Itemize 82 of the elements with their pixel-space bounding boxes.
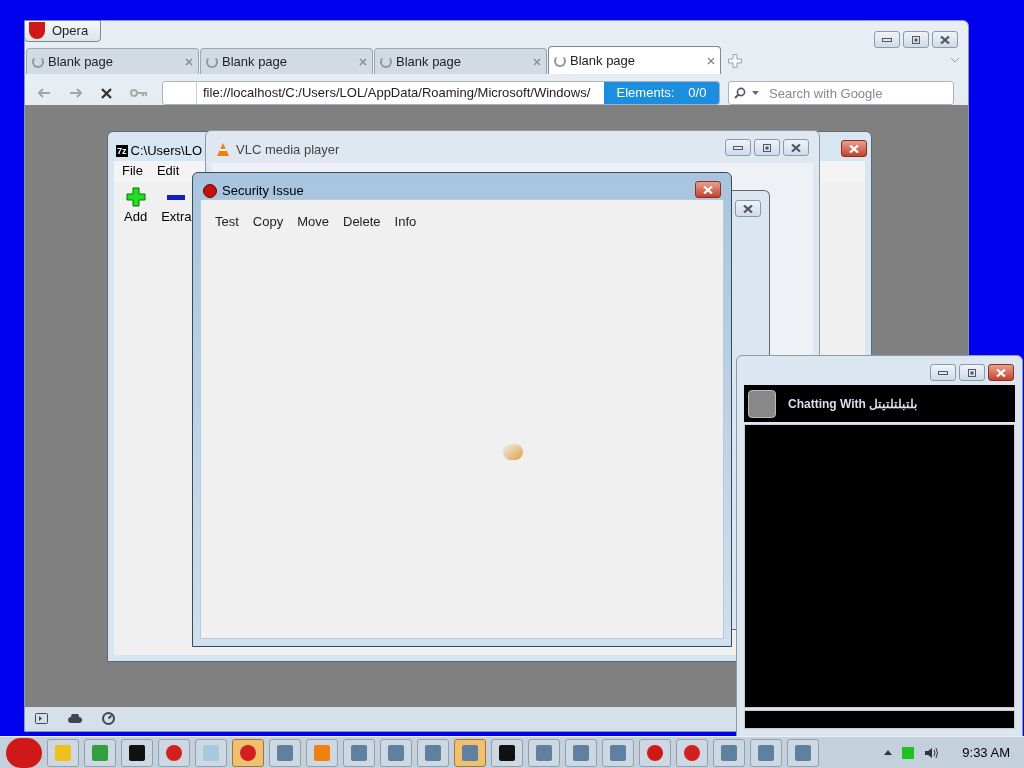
toolbar-button[interactable]: Add bbox=[124, 187, 148, 227]
window-title: VLC media player bbox=[236, 141, 340, 159]
chat-title: Chatting With بلتبلتلتيتل bbox=[788, 395, 918, 413]
clock[interactable]: 9:33 AM bbox=[962, 742, 1010, 763]
toolbar-button[interactable]: Delete bbox=[343, 212, 381, 232]
start-button[interactable] bbox=[6, 737, 42, 768]
close-icon[interactable] bbox=[185, 57, 193, 66]
forward-icon[interactable] bbox=[69, 88, 83, 98]
error-icon bbox=[166, 744, 182, 761]
menu-button[interactable]: Opera bbox=[24, 20, 102, 42]
close-button[interactable] bbox=[988, 364, 1014, 381]
browser-tab[interactable]: Blank page bbox=[374, 48, 547, 74]
close-button[interactable] bbox=[841, 140, 867, 157]
warning-icon bbox=[203, 183, 217, 198]
minus-icon bbox=[167, 194, 186, 200]
close-icon bbox=[940, 35, 950, 44]
tab-title: Blank page bbox=[396, 52, 463, 71]
menu-item[interactable]: Edit bbox=[156, 161, 180, 181]
taskbar-button[interactable] bbox=[121, 738, 153, 767]
toolbar-button[interactable]: Test bbox=[215, 212, 239, 232]
error-icon bbox=[240, 744, 256, 761]
window-title: C:\Users\LO bbox=[130, 142, 203, 160]
panel-icon[interactable] bbox=[35, 713, 48, 724]
close-button[interactable] bbox=[932, 31, 958, 48]
browser-tab[interactable]: Blank page bbox=[200, 48, 373, 74]
cloud-icon[interactable] bbox=[68, 714, 82, 723]
maximize-icon bbox=[763, 143, 771, 152]
maximize-button[interactable] bbox=[903, 31, 929, 48]
close-button[interactable] bbox=[695, 181, 721, 198]
maximize-icon bbox=[968, 368, 976, 377]
close-icon bbox=[791, 143, 801, 152]
minimize-icon bbox=[733, 145, 743, 150]
caret-icon[interactable] bbox=[752, 91, 759, 95]
archive-icon: 7z bbox=[116, 144, 128, 157]
speed-dial-icon[interactable] bbox=[102, 712, 115, 725]
tab-title: Blank page bbox=[48, 52, 115, 71]
maximize-icon bbox=[912, 35, 920, 44]
address-text: file://localhost/C:/Users/LOL/AppData/Roaming/Microsoft/Windows/ bbox=[203, 84, 591, 103]
close-icon bbox=[703, 185, 713, 194]
dropdown-icon[interactable] bbox=[950, 57, 960, 63]
volume-icon[interactable] bbox=[924, 746, 939, 759]
logo-icon bbox=[28, 22, 46, 40]
error-icon bbox=[684, 744, 700, 761]
close-icon bbox=[743, 204, 753, 213]
menu-item[interactable]: File bbox=[122, 161, 143, 181]
key-icon[interactable] bbox=[130, 89, 148, 97]
close-icon bbox=[849, 144, 859, 153]
close-icon[interactable] bbox=[359, 57, 367, 66]
minimize-icon bbox=[938, 370, 948, 375]
search-icon[interactable] bbox=[734, 87, 746, 99]
minimize-button[interactable] bbox=[930, 364, 956, 381]
maximize-button[interactable] bbox=[959, 364, 985, 381]
close-button[interactable] bbox=[783, 139, 809, 156]
tab-title: Blank page bbox=[570, 51, 637, 70]
minimize-icon bbox=[882, 37, 892, 42]
toolbar-button[interactable]: Copy bbox=[252, 212, 284, 232]
tab-title: Blank page bbox=[222, 52, 289, 71]
toolbar-button[interactable]: Info bbox=[394, 212, 417, 232]
close-icon[interactable] bbox=[707, 56, 715, 65]
minimize-button[interactable] bbox=[725, 139, 751, 156]
find-count: 0/0 bbox=[688, 84, 707, 103]
toolbar-button[interactable]: Move bbox=[297, 212, 329, 232]
back-icon[interactable] bbox=[37, 88, 51, 98]
plus-icon bbox=[125, 187, 146, 207]
find-label: Elements: bbox=[616, 84, 675, 103]
close-icon[interactable] bbox=[533, 57, 541, 66]
add-tab-icon[interactable] bbox=[728, 54, 742, 68]
message-field[interactable] bbox=[744, 710, 1015, 729]
maximize-button[interactable] bbox=[754, 139, 780, 156]
caret-icon[interactable] bbox=[884, 750, 893, 755]
address-field[interactable]: file://localhost/C:/Users/LOL/AppData/Roaming/Microsoft/Windows/ Elements: 0/0 bbox=[162, 81, 720, 105]
avatar bbox=[748, 389, 776, 418]
stop-icon[interactable] bbox=[101, 87, 112, 99]
close-button[interactable] bbox=[735, 200, 761, 217]
browser-tab[interactable]: Blank page bbox=[26, 48, 199, 74]
close-icon bbox=[996, 368, 1006, 377]
dialog-title: Security Issue bbox=[222, 182, 304, 200]
taskbar-button[interactable] bbox=[491, 738, 523, 767]
browser-tab[interactable]: Blank page bbox=[548, 46, 721, 74]
toolbar-button[interactable]: Extra bbox=[161, 187, 192, 227]
search-field[interactable]: Search with Google bbox=[728, 81, 954, 105]
minimize-button[interactable] bbox=[874, 31, 900, 48]
